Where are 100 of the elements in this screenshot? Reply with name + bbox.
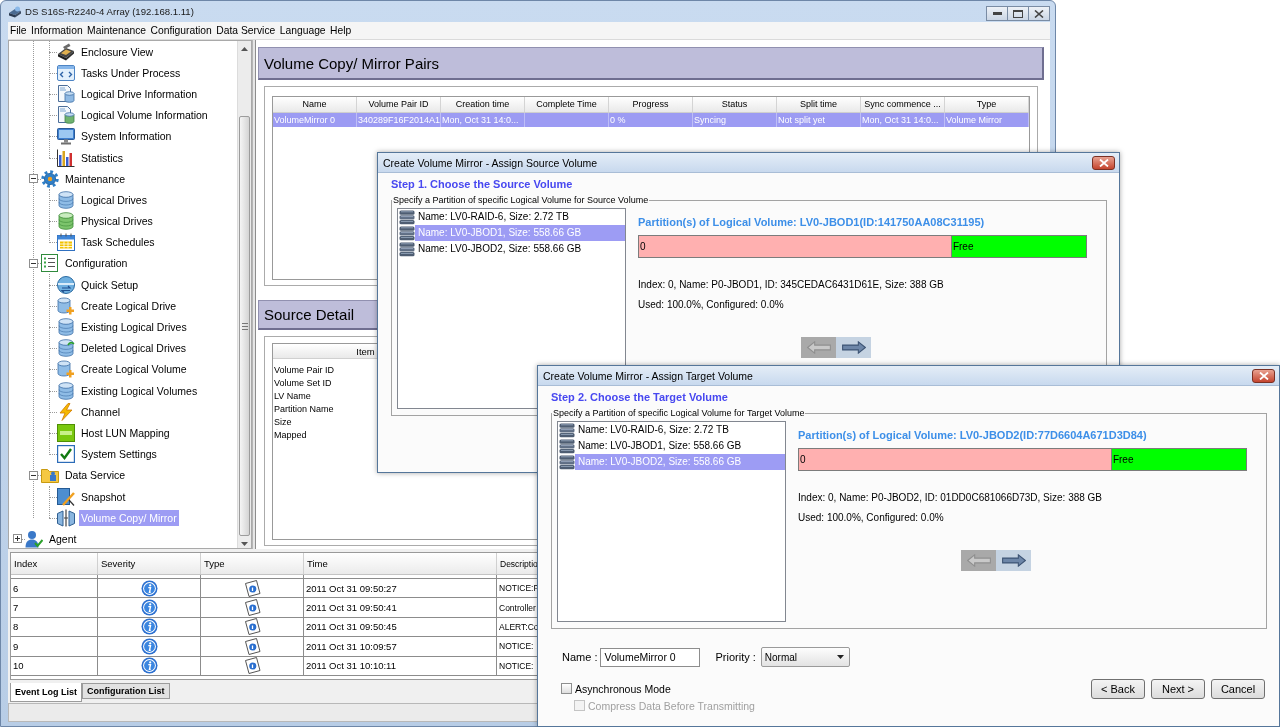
tree-item[interactable]: Data Service	[63, 467, 128, 484]
tree-item[interactable]: Deleted Logical Drives	[79, 340, 189, 357]
column-header[interactable]: Status	[693, 97, 777, 112]
tree-item[interactable]: Host LUN Mapping	[79, 424, 172, 441]
priority-select[interactable]: Normal	[760, 647, 850, 667]
tree-item[interactable]: Existing Logical Drives	[79, 319, 189, 336]
tree-item[interactable]: Enclosure View	[79, 43, 156, 60]
partition-segment[interactable]: 0	[799, 449, 1112, 470]
column-header[interactable]: Type	[945, 97, 1029, 112]
folder-icon	[41, 466, 59, 485]
dialog-button[interactable]: Cancel	[1211, 679, 1265, 699]
column-header[interactable]: Split time	[777, 97, 861, 112]
tree-item[interactable]: Agent	[47, 530, 79, 547]
tab[interactable]: Configuration List	[82, 683, 170, 699]
column-header[interactable]: Item	[356, 345, 375, 357]
menu-item[interactable]: Language	[277, 25, 328, 36]
list-item[interactable]: Name: LV0-RAID-6, Size: 2.72 TB	[575, 422, 785, 438]
maximize-button[interactable]	[1007, 6, 1029, 21]
tree-item[interactable]: System Information	[79, 128, 174, 145]
database-icon	[57, 339, 75, 358]
column-header[interactable]: Name	[273, 97, 357, 112]
collapse-icon[interactable]	[28, 258, 38, 268]
close-button[interactable]	[1028, 6, 1050, 21]
list-item[interactable]: Name: LV0-JBOD2, Size: 558.66 GB	[415, 241, 625, 257]
name-field[interactable]: VolumeMirror 0	[600, 647, 701, 667]
column-header[interactable]: Index	[14, 558, 38, 569]
tree-item[interactable]: Task Schedules	[79, 234, 157, 251]
next-button[interactable]	[996, 550, 1031, 571]
caret-up-icon[interactable]	[241, 47, 248, 51]
database-icon	[57, 212, 75, 231]
column-header[interactable]: Creation time	[441, 97, 525, 112]
tree-item[interactable]: Existing Logical Volumes	[79, 382, 200, 399]
menu-item[interactable]: File	[8, 25, 29, 36]
bar-chart-icon	[57, 148, 75, 167]
column-header[interactable]: Sync commence ...	[861, 97, 945, 112]
tree-item[interactable]: Logical Drive Information	[79, 85, 200, 102]
tree-item[interactable]: Tasks Under Process	[79, 64, 183, 81]
tree-item[interactable]: Logical Volume Information	[79, 107, 210, 124]
menu-item[interactable]: Help	[328, 25, 354, 36]
partition-segment[interactable]: 0	[639, 236, 952, 257]
list-item[interactable]: Name: LV0-JBOD1, Size: 558.66 GB	[575, 438, 785, 454]
tree-item[interactable]: Create Logical Drive	[79, 297, 179, 314]
tree-item[interactable]: Create Logical Volume	[79, 361, 189, 378]
table-cell: Not split yet	[777, 113, 861, 127]
partition-segment[interactable]: Free	[951, 236, 1086, 257]
tree-item[interactable]: Snapshot	[79, 488, 128, 505]
database-icon	[57, 318, 75, 337]
maximize-icon	[1013, 9, 1023, 18]
list-item[interactable]: Name: LV0-RAID-6, Size: 2.72 TB	[415, 209, 625, 225]
tree-item[interactable]: Maintenance	[63, 170, 128, 187]
document-icon	[57, 84, 75, 103]
minimize-button[interactable]	[986, 6, 1008, 21]
partition-info: Used: 100.0%, Configured: 0.0%	[638, 298, 784, 312]
partition-segment[interactable]: Free	[1111, 449, 1246, 470]
table-cell: 340289F16F2014A1	[357, 113, 441, 127]
arrow-right-icon	[1001, 554, 1026, 567]
table-cell: 7	[13, 602, 19, 614]
collapse-icon[interactable]	[28, 174, 38, 184]
tree-item[interactable]: Physical Drives	[79, 213, 155, 230]
tree-item[interactable]: Logical Drives	[79, 191, 149, 208]
table-cell: Mapped	[273, 429, 307, 442]
document-icon	[243, 579, 261, 597]
close-button[interactable]	[1092, 155, 1115, 170]
table-cell: 2011 Oct 31 09:50:41	[306, 602, 397, 614]
column-header[interactable]: Descriptio	[500, 558, 538, 569]
menu-item[interactable]: Data Service	[214, 25, 278, 36]
collapse-icon[interactable]	[28, 470, 38, 480]
tree-item[interactable]: Statistics	[79, 149, 125, 166]
gear-icon	[41, 169, 59, 188]
caret-down-icon[interactable]	[241, 542, 248, 546]
menu-item[interactable]: Configuration	[148, 25, 214, 36]
dialog-button[interactable]: < Back	[1091, 679, 1145, 699]
tree-item[interactable]: Configuration	[63, 255, 130, 272]
tree-item[interactable]: Channel	[79, 403, 123, 420]
scrollbar[interactable]	[237, 41, 251, 548]
tree-item[interactable]: System Settings	[79, 446, 159, 463]
table-cell: 2011 Oct 31 09:50:45	[306, 621, 397, 633]
close-button[interactable]	[1252, 368, 1275, 383]
window-icon	[57, 63, 75, 82]
column-header[interactable]: Complete Time	[525, 97, 609, 112]
column-header[interactable]: Volume Pair ID	[357, 97, 441, 112]
dialog-title: Create Volume Mirror - Assign Source Volume	[383, 156, 598, 169]
expand-icon[interactable]	[12, 534, 22, 544]
column-header[interactable]: Severity	[101, 558, 136, 569]
menu-item[interactable]: Information	[29, 25, 85, 36]
dialog-button[interactable]: Next >	[1151, 679, 1205, 699]
table-cell: LV Name	[273, 390, 311, 403]
table-cell: Controller	[499, 602, 536, 613]
menu-item[interactable]: Maintenance	[85, 25, 149, 36]
disc-icon	[57, 275, 75, 294]
next-button[interactable]	[836, 337, 871, 358]
tab[interactable]: Event Log List	[10, 683, 82, 702]
disk-stack-icon	[399, 241, 415, 257]
column-header[interactable]: Time	[307, 558, 328, 569]
checkbox[interactable]	[561, 683, 572, 694]
tree-item[interactable]: Quick Setup	[79, 276, 141, 293]
caret-icon	[836, 655, 844, 659]
column-header[interactable]: Type	[204, 558, 225, 569]
checkbox-label: Asynchronous Mode	[575, 682, 671, 695]
column-header[interactable]: Progress	[609, 97, 693, 112]
